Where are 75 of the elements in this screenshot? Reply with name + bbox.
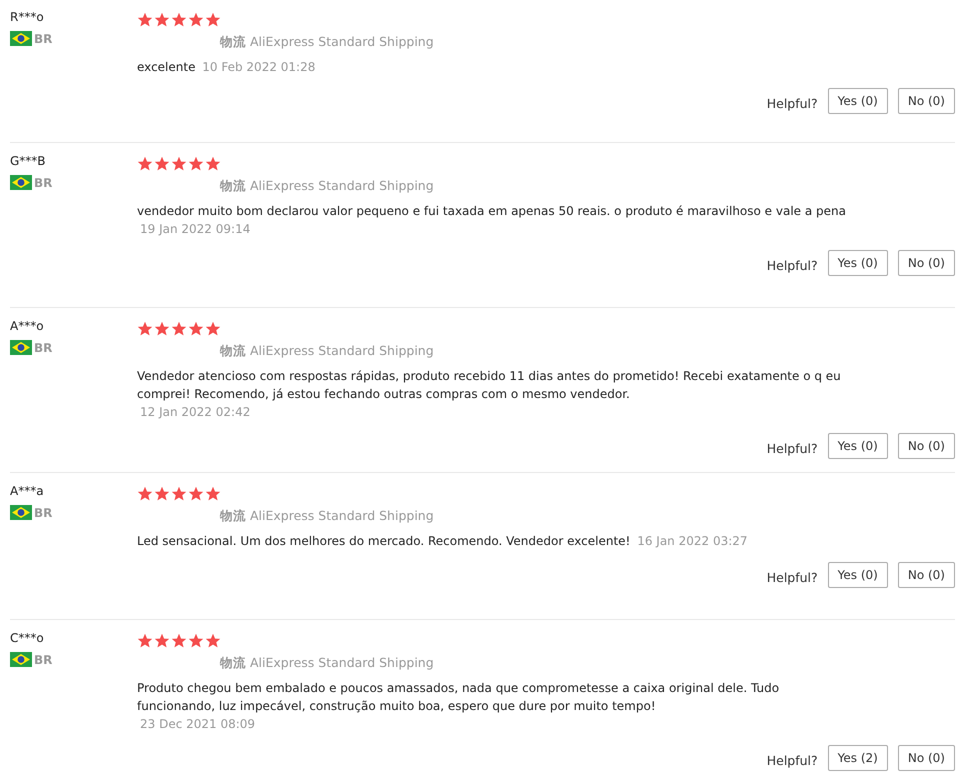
yes-button[interactable]: Yes (0) — [828, 250, 888, 276]
review-text: vendedor muito bom declarou valor pequeno e fui taxada em apenas 50 reais. o produto é maravilhoso e vale a pena — [137, 203, 846, 220]
star-icon — [171, 633, 187, 649]
star-icon — [154, 156, 170, 172]
star-icon — [188, 633, 204, 649]
star-icon — [188, 321, 204, 337]
flag-icon — [10, 175, 32, 190]
yes-button[interactable]: Yes (0) — [828, 562, 888, 588]
review-text: Led sensacional. Um dos melhores do mercado. Recomendo. Vendedor excelente! — [137, 533, 630, 550]
review-text: Produto chegou bem embalado e poucos amassados, nada que comprometesse a caixa original dele. Tudo funcionando, luz impecável, construção muito boa, espero que dure por muito tempo! — [137, 680, 780, 715]
helpful-label: Helpful? — [766, 440, 818, 456]
star-icon — [171, 156, 187, 172]
review-date: 10 Feb 2022 01:28 — [202, 60, 316, 74]
no-button[interactable]: No (0) — [898, 562, 955, 588]
star-icon — [188, 12, 204, 28]
no-button[interactable]: No (0) — [898, 433, 955, 459]
star-icon — [154, 486, 170, 502]
star-icon — [171, 486, 187, 502]
user-name: R***o — [10, 9, 45, 26]
user-name: C***o — [10, 630, 45, 647]
country-code: BR — [34, 176, 52, 190]
shipping-method: AliExpress Standard Shipping — [250, 34, 434, 49]
logistics-label: 物流 — [220, 34, 246, 49]
star-icon — [137, 12, 153, 28]
helpful-label: Helpful? — [766, 258, 818, 272]
star-icon — [137, 486, 153, 502]
user-name: A***o — [10, 318, 45, 335]
star-icon — [154, 12, 170, 28]
yes-button[interactable]: Yes (0) — [828, 433, 888, 459]
review-date: 19 Jan 2022 09:14 — [140, 222, 250, 236]
star-icon — [171, 12, 187, 28]
star-icon — [171, 321, 187, 337]
star-icon — [205, 12, 221, 28]
helpful-label: Helpful? — [766, 96, 818, 110]
shipping-method: AliExpress Standard Shipping — [250, 178, 434, 193]
user-name: A***a — [10, 483, 45, 500]
star-icon — [205, 486, 221, 502]
logistics-label: 物流 — [220, 343, 246, 358]
star-icon — [137, 321, 153, 337]
star-icon — [154, 633, 170, 649]
star-icon — [137, 156, 153, 172]
helpful-label: Helpful? — [766, 570, 818, 584]
helpful-label: Helpful? — [766, 752, 818, 768]
star-icon — [188, 156, 204, 172]
review-text: Vendedor atencioso com respostas rápidas, produto recebido 11 dias antes do prometido! Recebi exatamente o q eu comprei! Recomendo, já estou fechando outras compras com o mesmo vendedor. — [137, 368, 842, 403]
star-icon — [137, 633, 153, 649]
logistics-label: 物流 — [220, 178, 246, 193]
country-code: BR — [34, 652, 52, 666]
review-date: 12 Jan 2022 02:42 — [140, 405, 250, 419]
star-icon — [205, 156, 221, 172]
user-name: G***B — [10, 153, 47, 170]
country-code: BR — [34, 32, 52, 46]
no-button[interactable]: No (0) — [898, 745, 955, 771]
logistics-label: 物流 — [220, 508, 246, 523]
logistics-label: 物流 — [220, 655, 246, 670]
yes-button[interactable]: Yes (2) — [828, 745, 888, 771]
review-text: excelente — [137, 59, 196, 76]
flag-icon — [10, 340, 32, 355]
flag-icon — [10, 652, 32, 667]
star-icon — [154, 321, 170, 337]
country-code: BR — [34, 506, 52, 520]
star-icon — [205, 321, 221, 337]
no-button[interactable]: No (0) — [898, 88, 955, 114]
no-button[interactable]: No (0) — [898, 250, 955, 276]
flag-icon — [10, 505, 32, 520]
review-date: 16 Jan 2022 03:27 — [637, 534, 748, 548]
shipping-method: AliExpress Standard Shipping — [250, 508, 434, 523]
star-icon — [205, 633, 221, 649]
review-date: 23 Dec 2021 08:09 — [140, 717, 256, 731]
star-icon — [188, 486, 204, 502]
country-code: BR — [34, 340, 52, 354]
shipping-method: AliExpress Standard Shipping — [250, 655, 434, 670]
shipping-method: AliExpress Standard Shipping — [250, 343, 434, 358]
yes-button[interactable]: Yes (0) — [828, 88, 888, 114]
flag-icon — [10, 31, 32, 46]
